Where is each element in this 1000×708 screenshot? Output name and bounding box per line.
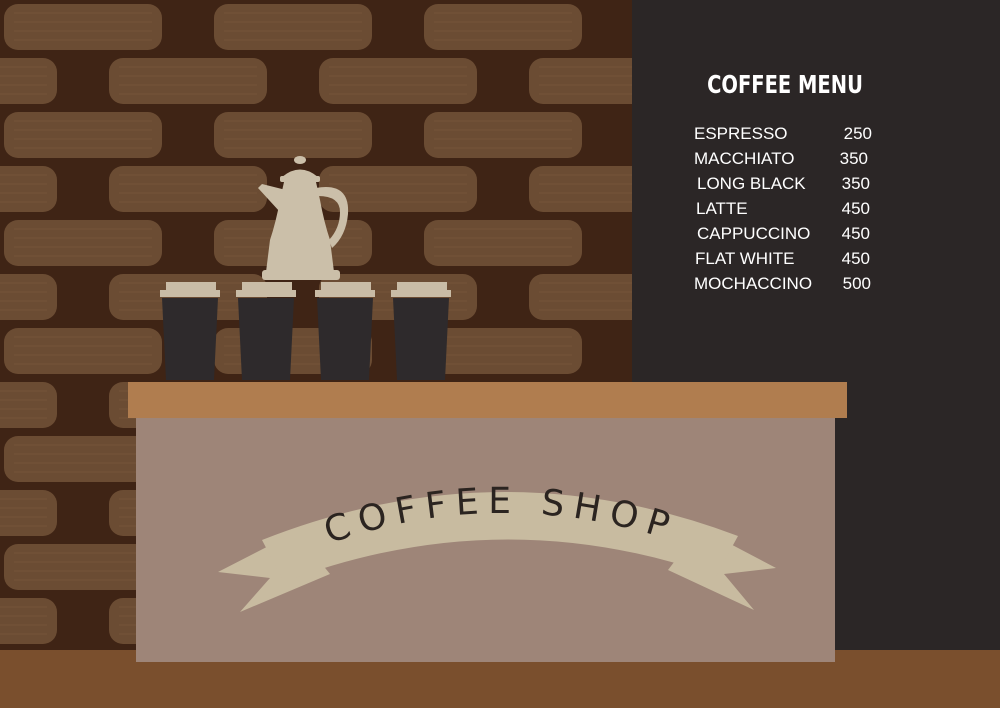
banner-layer: COFFEE SHOP: [218, 481, 776, 612]
coffee-shop-scene: COFFEE MENU ESPRESSO 250 MACCHIATO 350 L…: [0, 0, 1000, 708]
